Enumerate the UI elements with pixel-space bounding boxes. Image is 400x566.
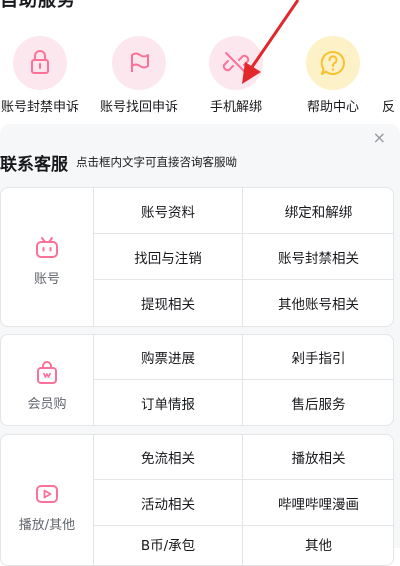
topic-button[interactable]: 哔哩哔哩漫画: [244, 480, 393, 525]
category-card-account: 账号 账号资料 绑定和解绑 找回与注销 账号封禁相关 提现相关 其他账号相关: [0, 187, 394, 327]
topic-button[interactable]: 其他账号相关: [244, 280, 393, 326]
category-side: 播放/其他: [1, 435, 94, 565]
tv-icon: [36, 237, 58, 258]
topic-button[interactable]: 绑定和解绑: [244, 188, 393, 233]
service-account-ban-appeal[interactable]: 账号封禁申诉: [0, 32, 83, 115]
topic-button[interactable]: 售后服务: [244, 380, 393, 425]
service-label: 手机解绑: [209, 100, 262, 115]
self-service-title: 自助服务: [0, 0, 76, 11]
service-label: 反: [382, 100, 396, 115]
category-name: 账号: [33, 272, 60, 287]
self-service-row: 账号封禁申诉 账号找回申诉 手机解绑 帮助中心 反: [0, 32, 400, 122]
question-bubble-icon: [320, 50, 345, 75]
topic-button[interactable]: 活动相关: [94, 480, 243, 525]
service-label: 账号找回申诉: [99, 100, 178, 115]
service-label: 账号封禁申诉: [0, 100, 79, 115]
service-feedback[interactable]: 反: [382, 32, 400, 115]
annotation-arrow-icon: [242, 0, 300, 84]
topic-button[interactable]: 免流相关: [94, 435, 243, 479]
topic-button[interactable]: 其他: [244, 526, 393, 565]
category-side: 会员购: [1, 335, 94, 425]
category-card-member-shop: 会员购 购票进展 剁手指引 订单情报 售后服务: [0, 334, 394, 426]
topic-button[interactable]: 账号封禁相关: [244, 234, 393, 279]
service-account-recovery-appeal[interactable]: 账号找回申诉: [96, 32, 182, 115]
topic-button[interactable]: 账号资料: [94, 188, 243, 233]
lock-icon: [31, 50, 49, 74]
topic-grid: 免流相关 播放相关 活动相关 哔哩哔哩漫画 B币/承包 其他: [94, 435, 393, 565]
topic-grid: 账号资料 绑定和解绑 找回与注销 账号封禁相关 提现相关 其他账号相关: [94, 188, 393, 326]
close-icon[interactable]: ×: [373, 130, 386, 146]
category-name: 播放/其他: [18, 518, 76, 533]
shopping-bag-icon: [37, 361, 57, 384]
category-side: 账号: [1, 188, 94, 326]
topic-button[interactable]: 购票进展: [94, 335, 243, 379]
play-icon: [36, 485, 58, 503]
topic-button[interactable]: 剁手指引: [244, 335, 393, 379]
topic-button[interactable]: 订单情报: [94, 380, 243, 425]
topic-button[interactable]: 找回与注销: [94, 234, 243, 279]
category-card-playback-other: 播放/其他 免流相关 播放相关 活动相关 哔哩哔哩漫画 B币/承包 其他: [0, 434, 394, 566]
contact-title: 联系客服: [0, 155, 68, 175]
topic-button[interactable]: B币/承包: [94, 526, 243, 565]
contact-subtitle: 点击框内文字可直接咨询客服呦: [76, 155, 237, 169]
contact-service-panel: × 联系客服 点击框内文字可直接咨询客服呦 账号 账号资料 绑定和解绑 找回与注…: [0, 124, 400, 566]
topic-button[interactable]: 提现相关: [94, 280, 243, 326]
topic-grid: 购票进展 剁手指引 订单情报 售后服务: [94, 335, 393, 425]
service-label: 帮助中心: [306, 100, 359, 115]
flag-icon: [131, 52, 149, 72]
topic-button[interactable]: 播放相关: [244, 435, 393, 479]
category-name: 会员购: [27, 397, 67, 412]
